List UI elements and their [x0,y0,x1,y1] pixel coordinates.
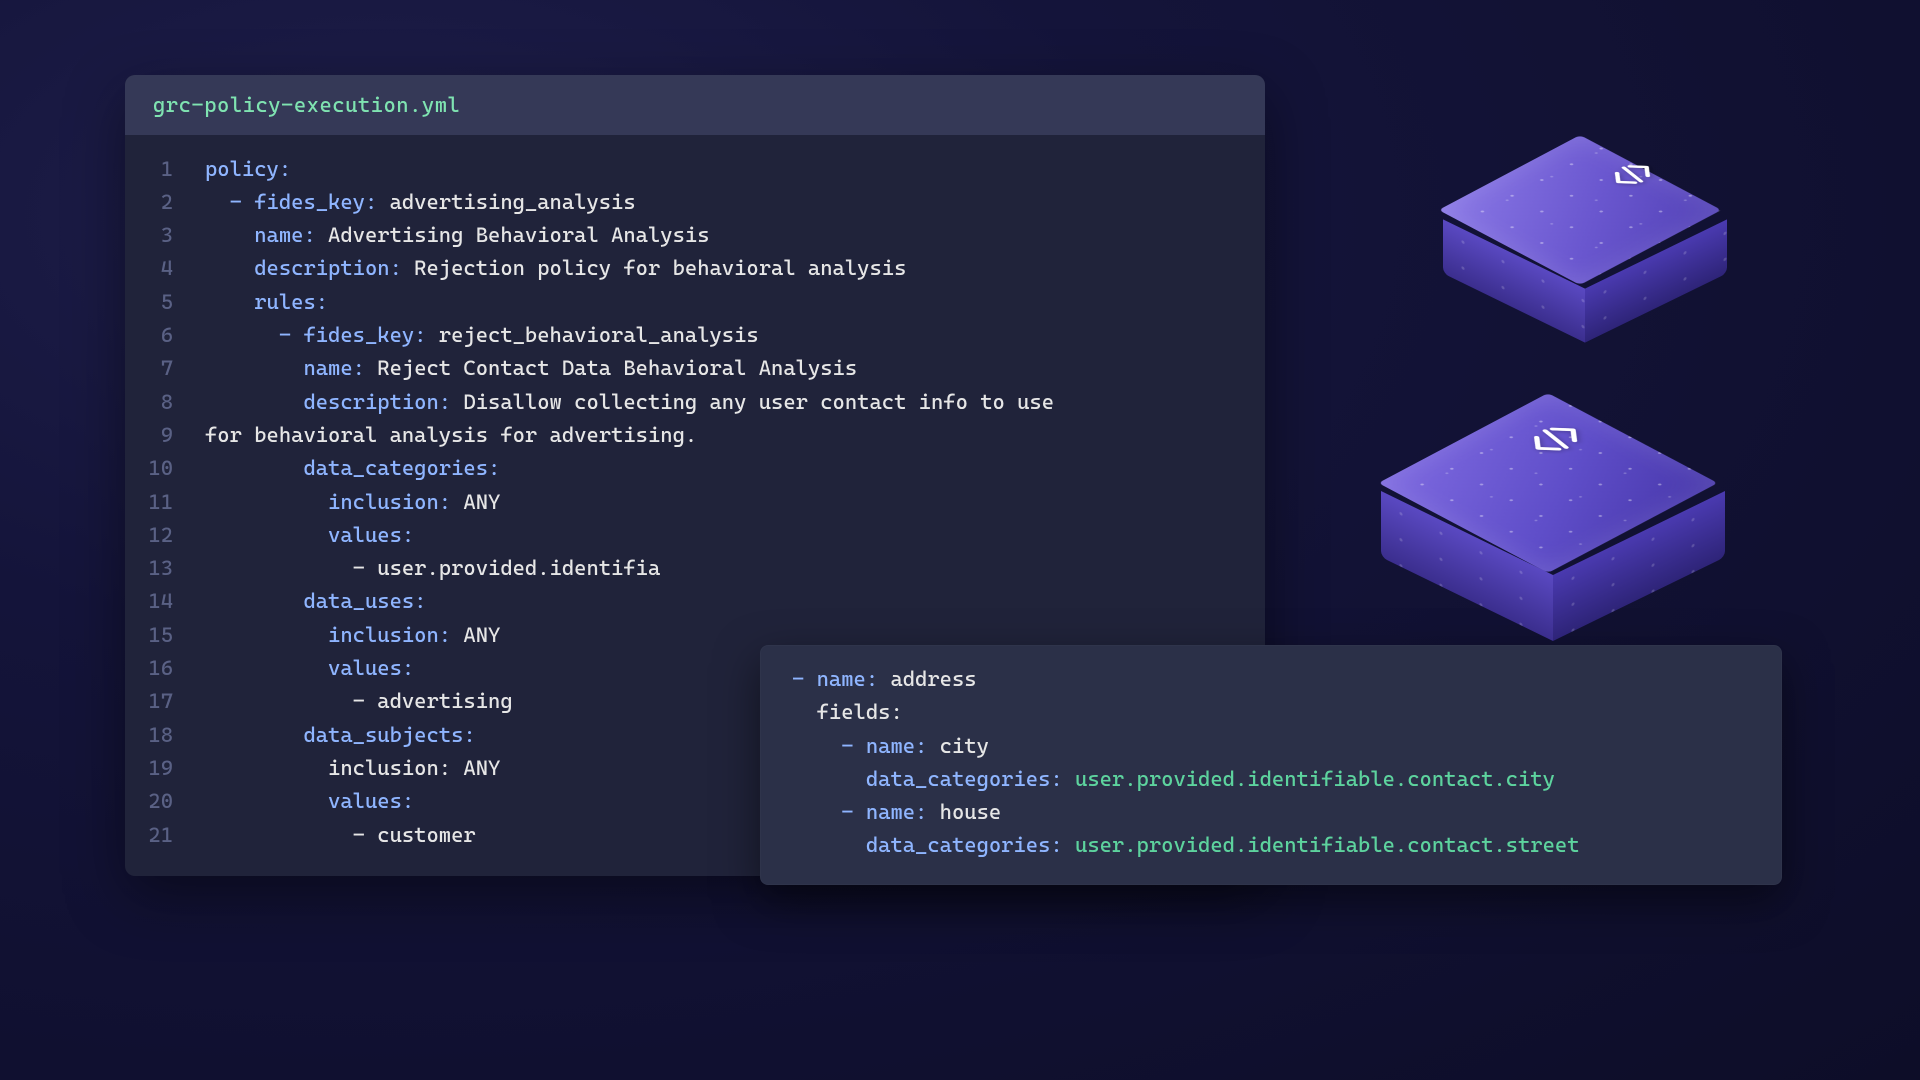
line-number: 14 [125,585,173,618]
line-number: 17 [125,685,173,718]
code-line: fields: [792,696,1750,729]
code-line: description: Rejection policy for behavi… [205,252,1265,285]
code-line: - fides_key: advertising_analysis [205,186,1265,219]
line-number: 18 [125,719,173,752]
code-line: name: Advertising Behavioral Analysis [205,219,1265,252]
code-line: - user.provided.identifia [205,552,1265,585]
code-line: data_categories: user.provided.identifia… [792,763,1750,796]
line-number: 13 [125,552,173,585]
line-number: 4 [125,252,173,285]
line-number: 12 [125,519,173,552]
code-line: inclusion: ANY [205,486,1265,519]
isometric-block-top [1440,150,1730,350]
code-line: - name: city [792,730,1750,763]
code-line: - name: house [792,796,1750,829]
line-number: 10 [125,452,173,485]
line-number: 20 [125,785,173,818]
code-line: description: Disallow collecting any use… [205,386,1265,419]
line-number: 9 [125,419,173,452]
line-number: 7 [125,352,173,385]
code-line: values: [205,519,1265,552]
code-line: - fides_key: reject_behavioral_analysis [205,319,1265,352]
code-line: rules: [205,286,1265,319]
line-number: 11 [125,486,173,519]
code-bracket-icon [1508,414,1613,470]
code-bracket-icon [1594,154,1677,198]
line-number: 8 [125,386,173,419]
line-number: 21 [125,819,173,852]
line-number: 19 [125,752,173,785]
isometric-block-bottom [1380,415,1730,645]
line-number: 16 [125,652,173,685]
code-line: policy: [205,153,1265,186]
code-line: data_categories: user.provided.identifia… [792,829,1750,862]
editor-filename: grc-policy-execution.yml [153,93,460,117]
line-number: 2 [125,186,173,219]
line-number: 6 [125,319,173,352]
line-number: 3 [125,219,173,252]
line-number: 1 [125,153,173,186]
line-number: 15 [125,619,173,652]
code-line: - name: address [792,663,1750,696]
code-line: name: Reject Contact Data Behavioral Ana… [205,352,1265,385]
line-number: 5 [125,286,173,319]
code-line: data_uses: [205,585,1265,618]
line-number-gutter: 123456789101112131415161718192021 [125,153,179,852]
code-line: for behavioral analysis for advertising. [205,419,1265,452]
yaml-tooltip-overlay: - name: address fields: - name: city dat… [760,645,1782,885]
editor-tab[interactable]: grc-policy-execution.yml [125,75,1265,135]
code-line: data_categories: [205,452,1265,485]
